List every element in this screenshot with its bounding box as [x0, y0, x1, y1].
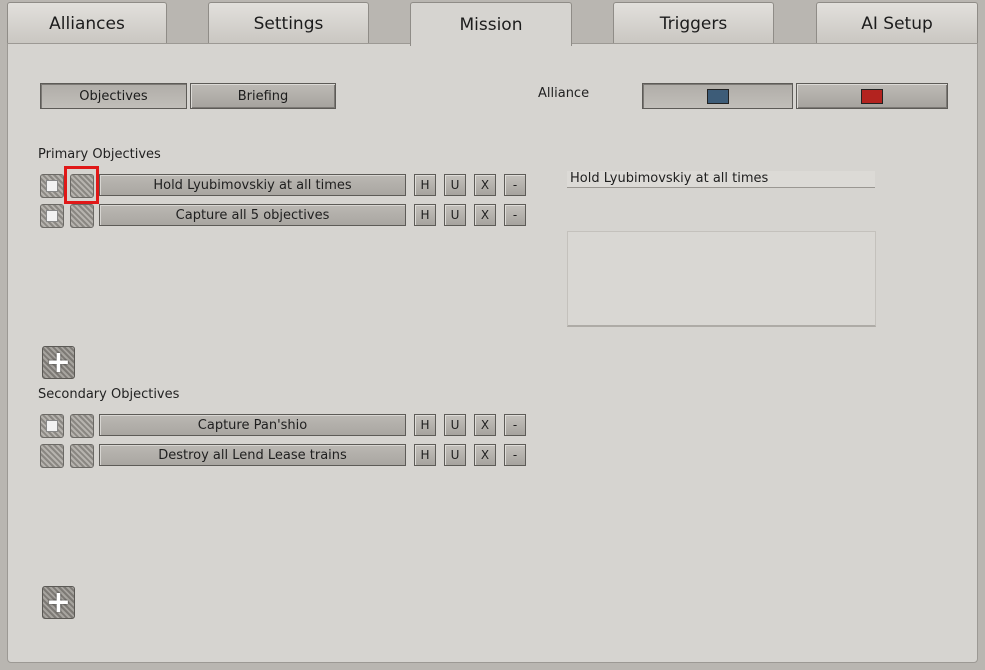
primary-2-x-button[interactable]: X — [474, 204, 496, 226]
objective-description-field[interactable] — [567, 231, 876, 327]
tab-settings[interactable]: Settings — [208, 2, 369, 44]
alliance-blue-button[interactable] — [642, 83, 793, 109]
primary-1-h-button[interactable]: H — [414, 174, 436, 196]
secondary-2-u-button[interactable]: U — [444, 444, 466, 466]
add-secondary-objective-button[interactable]: + — [42, 586, 75, 619]
alliance-red-button[interactable] — [796, 83, 948, 109]
tab-ai-setup[interactable]: AI Setup — [816, 2, 978, 44]
primary-1-x-button[interactable]: X — [474, 174, 496, 196]
briefing-subtab[interactable]: Briefing — [190, 83, 336, 109]
mission-panel: Objectives Briefing Alliance Primary Obj… — [7, 43, 978, 663]
tab-mission[interactable]: Mission — [410, 2, 572, 46]
primary-2-remove-button[interactable]: - — [504, 204, 526, 226]
alliance-red-swatch — [861, 88, 883, 104]
secondary-2-x-button[interactable]: X — [474, 444, 496, 466]
tab-alliances[interactable]: Alliances — [7, 2, 167, 44]
secondary-1-x-button[interactable]: X — [474, 414, 496, 436]
checkbox-box — [46, 180, 58, 192]
primary-2-u-button[interactable]: U — [444, 204, 466, 226]
secondary-1-checkbox[interactable] — [40, 414, 64, 438]
secondary-2-objective[interactable]: Destroy all Lend Lease trains — [99, 444, 406, 466]
secondary-1-toggle[interactable] — [70, 414, 94, 438]
primary-2-toggle[interactable] — [70, 204, 94, 228]
selection-highlight — [64, 166, 99, 204]
primary-1-u-button[interactable]: U — [444, 174, 466, 196]
primary-objectives-heading: Primary Objectives — [38, 147, 161, 162]
primary-2-objective[interactable]: Capture all 5 objectives — [99, 204, 406, 226]
secondary-2-checkbox[interactable] — [40, 444, 64, 468]
secondary-2-toggle[interactable] — [70, 444, 94, 468]
objective-name-field[interactable]: Hold Lyubimovskiy at all times — [567, 171, 875, 188]
primary-2-checkbox[interactable] — [40, 204, 64, 228]
objectives-subtab[interactable]: Objectives — [40, 83, 187, 109]
secondary-1-u-button[interactable]: U — [444, 414, 466, 436]
secondary-objectives-heading: Secondary Objectives — [38, 387, 180, 402]
primary-1-checkbox[interactable] — [40, 174, 64, 198]
secondary-1-objective[interactable]: Capture Pan'shio — [99, 414, 406, 436]
primary-1-objective[interactable]: Hold Lyubimovskiy at all times — [99, 174, 406, 196]
primary-2-h-button[interactable]: H — [414, 204, 436, 226]
tab-triggers[interactable]: Triggers — [613, 2, 774, 44]
secondary-2-remove-button[interactable]: - — [504, 444, 526, 466]
add-primary-objective-button[interactable]: + — [42, 346, 75, 379]
alliance-blue-swatch — [706, 88, 729, 104]
primary-1-remove-button[interactable]: - — [504, 174, 526, 196]
secondary-1-remove-button[interactable]: - — [504, 414, 526, 436]
secondary-1-h-button[interactable]: H — [414, 414, 436, 436]
checkbox-box — [46, 210, 58, 222]
secondary-2-h-button[interactable]: H — [414, 444, 436, 466]
checkbox-box — [46, 420, 58, 432]
alliance-label: Alliance — [538, 86, 590, 101]
